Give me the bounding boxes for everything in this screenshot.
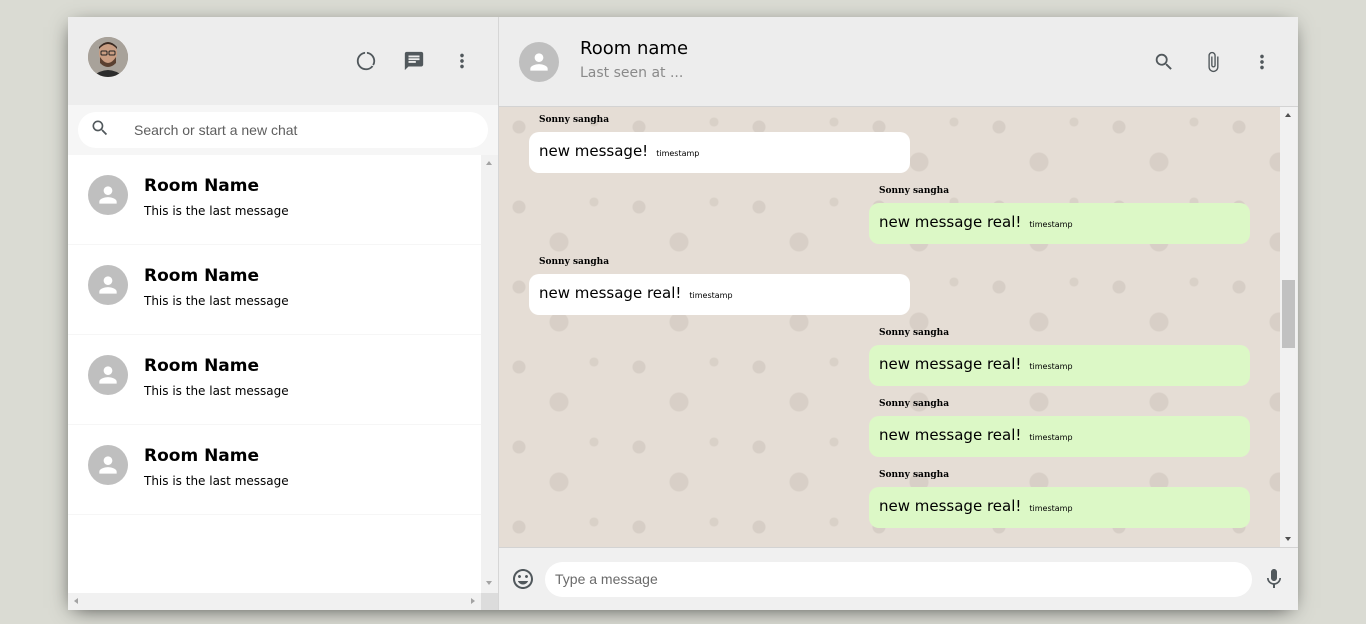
message-bubble: Sonny sangha new message! timestamp (529, 115, 910, 173)
scrollbar-corner (481, 593, 498, 610)
sidebar-horizontal-scrollbar[interactable] (68, 593, 481, 610)
room-avatar[interactable] (519, 41, 559, 82)
scroll-down-arrow-icon[interactable] (486, 581, 492, 585)
emoji-icon[interactable] (511, 559, 535, 599)
chat-body-container: Sonny sangha new message! timestamp Sonny… (499, 107, 1298, 547)
chat-last-message: This is the last message (144, 204, 289, 218)
chat-info: Room Name This is the last message (144, 265, 289, 308)
chat-list-item[interactable]: Room Name This is the last message (68, 155, 481, 245)
message-text: new message real! (879, 426, 1022, 444)
scroll-down-arrow-icon[interactable] (1285, 537, 1291, 541)
message-text: new message real! (879, 355, 1022, 373)
whatsapp-app: Room Name This is the last message Room … (68, 17, 1298, 610)
attach-icon[interactable] (1195, 42, 1231, 82)
sidebar-vertical-scrollbar[interactable] (481, 155, 498, 610)
chat-last-message: This is the last message (144, 384, 289, 398)
chat-list-item[interactable]: Room Name This is the last message (68, 425, 481, 515)
message-bubble-own: Sonny sangha new message real! timestamp (869, 328, 1250, 386)
chat-last-message: This is the last message (144, 474, 289, 488)
user-avatar[interactable] (88, 37, 128, 77)
sidebar: Room Name This is the last message Room … (68, 17, 499, 610)
status-icon[interactable] (348, 41, 384, 81)
chat-room-name: Room Name (144, 446, 260, 466)
search-box (78, 112, 488, 148)
message-sender: Sonny sangha (539, 115, 610, 125)
sidebar-search (68, 105, 498, 155)
chat-header: Room name Last seen at ... (499, 17, 1298, 107)
message-bubble-own: Sonny sangha new message real! timestamp (869, 470, 1250, 528)
more-vert-icon[interactable] (1244, 42, 1280, 82)
message-bubble: Sonny sangha new message real! timestamp (529, 257, 910, 315)
person-icon (88, 265, 128, 305)
chat-footer (499, 547, 1298, 610)
message-text: new message real! (539, 284, 682, 302)
sidebar-chats: Room Name This is the last message Room … (68, 155, 481, 610)
chat-header-actions (1146, 42, 1280, 82)
chat-info: Room Name This is the last message (144, 355, 289, 398)
message-timestamp: timestamp (1029, 504, 1073, 513)
message-timestamp: timestamp (1029, 220, 1073, 229)
chat-vertical-scrollbar[interactable] (1280, 107, 1297, 547)
last-seen: Last seen at ... (580, 65, 684, 81)
search-icon[interactable] (1146, 42, 1182, 82)
scrollbar-thumb[interactable] (1282, 280, 1295, 348)
search-input[interactable] (134, 122, 434, 138)
scroll-left-arrow-icon[interactable] (74, 598, 78, 604)
chat-body[interactable]: Sonny sangha new message! timestamp Sonny… (499, 107, 1280, 547)
message-text: new message real! (879, 497, 1022, 515)
message-bubble-own: Sonny sangha new message real! timestamp (869, 399, 1250, 457)
chat-info: Room Name This is the last message (144, 175, 289, 218)
chat-room-name: Room Name (144, 266, 260, 286)
message-timestamp: timestamp (1029, 362, 1073, 371)
chat-list-item[interactable]: Room Name This is the last message (68, 245, 481, 335)
person-icon (88, 355, 128, 395)
room-name: Room name (580, 38, 689, 59)
sidebar-header-actions (348, 41, 480, 81)
message-form (545, 561, 1252, 597)
chat-list-item[interactable]: Room Name This is the last message (68, 335, 481, 425)
chat-room-name: Room Name (144, 356, 260, 376)
message-timestamp: timestamp (656, 149, 700, 158)
message-sender: Sonny sangha (879, 470, 950, 480)
person-icon (88, 445, 128, 485)
message-sender: Sonny sangha (879, 399, 950, 409)
scroll-up-arrow-icon[interactable] (1285, 113, 1291, 117)
mic-icon[interactable] (1262, 559, 1286, 599)
chat-icon[interactable] (396, 41, 432, 81)
message-text: new message! (539, 142, 649, 160)
scroll-up-arrow-icon[interactable] (486, 161, 492, 165)
person-icon (530, 52, 548, 71)
message-sender: Sonny sangha (879, 186, 950, 196)
message-timestamp: timestamp (1029, 433, 1073, 442)
person-icon (88, 175, 128, 215)
more-vert-icon[interactable] (444, 41, 480, 81)
sidebar-chats-container: Room Name This is the last message Room … (68, 155, 498, 610)
scroll-right-arrow-icon[interactable] (471, 598, 475, 604)
search-icon (90, 118, 110, 142)
chat-area: Room name Last seen at ... Sonny sangha (499, 17, 1298, 610)
chat-last-message: This is the last message (144, 294, 289, 308)
message-text: new message real! (879, 213, 1022, 231)
message-bubble-own: Sonny sangha new message real! timestamp (869, 186, 1250, 244)
chat-info: Room Name This is the last message (144, 445, 289, 488)
chat-room-name: Room Name (144, 176, 260, 196)
message-sender: Sonny sangha (539, 257, 610, 267)
sidebar-header (68, 17, 498, 105)
message-timestamp: timestamp (689, 291, 733, 300)
message-sender: Sonny sangha (879, 328, 950, 338)
message-input[interactable] (545, 561, 1252, 597)
chat-header-info: Room name Last seen at ... (580, 38, 1146, 81)
